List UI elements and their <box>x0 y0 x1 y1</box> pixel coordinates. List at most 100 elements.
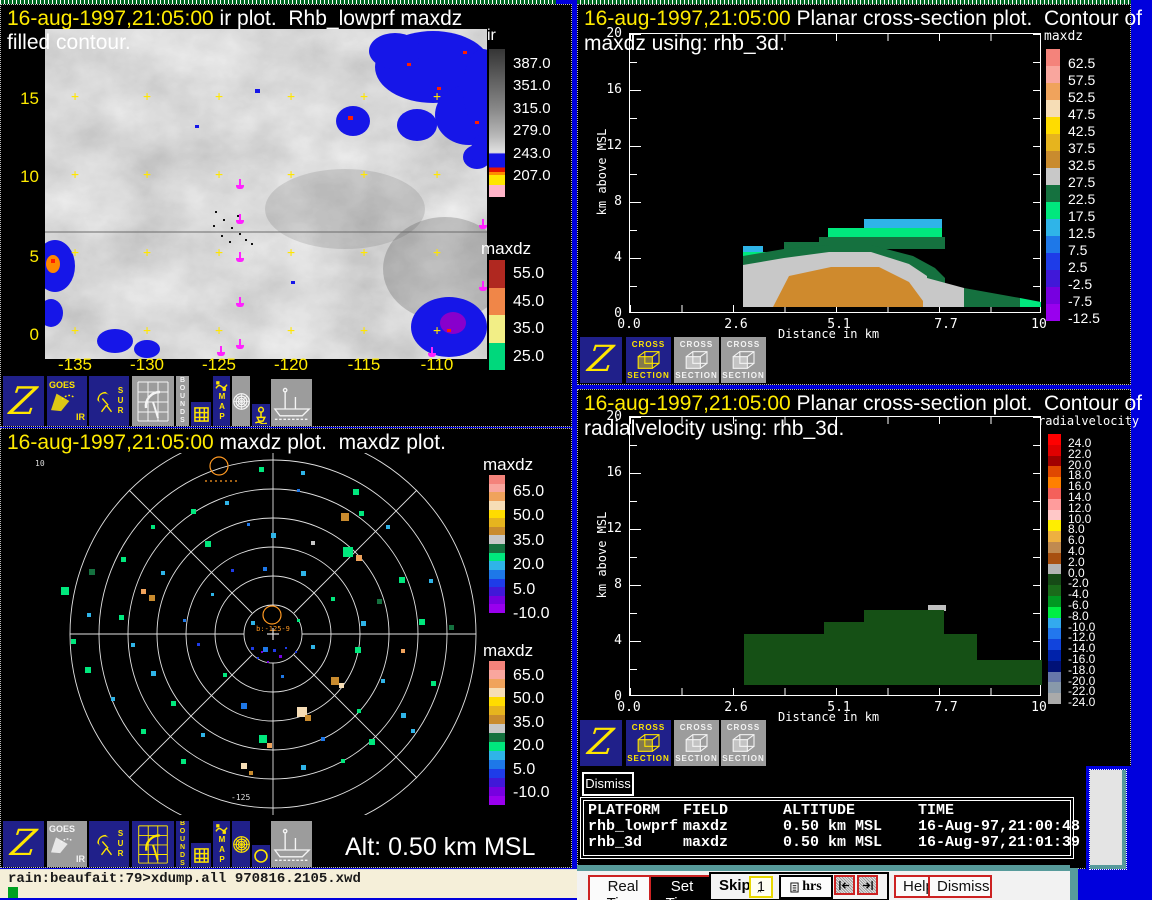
zebra-menu-button[interactable]: Z <box>580 720 622 766</box>
radar-dish-icon <box>94 831 114 857</box>
arrow-right-icon <box>861 880 874 891</box>
zebra-menu-button[interactable]: Z <box>3 376 44 426</box>
zebra-menu-button[interactable]: Z <box>3 821 44 867</box>
set-time-button[interactable]: Set Time <box>649 875 715 900</box>
window-title-line2: radialvelocity using: rhb_3d. <box>584 417 844 441</box>
grid-cross: + <box>71 168 79 183</box>
platform-marker-icon <box>479 219 487 229</box>
skip-group: Skip 1 ^ hrs <box>709 872 889 900</box>
map-button[interactable]: MAP <box>213 376 230 426</box>
bounds-button[interactable]: BOUNDS <box>176 821 189 867</box>
zebra-menu-button[interactable]: Z <box>580 337 622 383</box>
platform-marker-icon <box>236 297 244 307</box>
grid-icon <box>194 848 209 863</box>
y-tick: 4 <box>592 250 622 265</box>
polar-web-button[interactable] <box>232 376 250 426</box>
ship-button[interactable] <box>271 379 312 426</box>
satellite-icon <box>49 390 75 412</box>
cross-section-button-2[interactable]: CROSS SECTION <box>674 720 719 766</box>
radar-grid-icon <box>136 380 170 422</box>
cross-section-button-1[interactable]: CROSS SECTION <box>626 337 671 383</box>
cross-section-button-3[interactable]: CROSS SECTION <box>721 337 766 383</box>
goes-ir-button[interactable]: GOES IR <box>47 821 87 867</box>
window-title: 16-aug-1997,21:05:00 Planar cross-sectio… <box>584 7 1142 31</box>
timestamp: 16-aug-1997,21:05:00 <box>7 7 214 30</box>
radar-grid-button[interactable] <box>132 376 174 426</box>
surveillance-radar-button[interactable]: SUR <box>89 376 129 426</box>
cube-icon <box>731 350 757 370</box>
buoy-button[interactable] <box>252 404 270 426</box>
altitude-readout: Alt: 0.50 km MSL <box>345 833 535 862</box>
lat-tick: 10 <box>3 167 39 187</box>
xsection-plot[interactable] <box>629 33 1041 313</box>
colorbar-title: maxdz <box>483 641 533 661</box>
circle-button[interactable] <box>252 845 270 867</box>
grid-icon <box>194 407 209 422</box>
terminal-window[interactable]: rain:beaufait:79>xdump.all 970816.2105.x… <box>0 869 577 898</box>
cube-icon <box>636 350 662 370</box>
grid-cross: + <box>360 90 368 105</box>
grid-button[interactable] <box>191 402 211 426</box>
lat-tick: 0 <box>3 325 39 345</box>
step-forward-button[interactable] <box>857 875 878 895</box>
zebra-logo-icon: Z <box>586 725 616 761</box>
x-tick: 10 <box>1031 700 1047 715</box>
satellite-image[interactable]: ++++++++++++++++++++++++ <box>45 29 487 359</box>
grid-button[interactable] <box>191 843 211 867</box>
platform-marker-icon <box>236 179 244 189</box>
window-title-line2: maxdz using: rhb_3d. <box>584 32 785 56</box>
grid-cross: + <box>143 246 151 261</box>
goes-ir-button[interactable]: GOES IR <box>47 376 87 426</box>
ship-icon <box>273 826 311 862</box>
lon-tick: -115 <box>348 355 381 375</box>
dismiss-button[interactable]: Dismiss <box>582 772 634 796</box>
radar-dish-icon <box>94 387 114 415</box>
step-back-button[interactable] <box>834 875 855 895</box>
grid-cross: + <box>287 324 295 339</box>
platform-table-grid: PLATFORMFIELDALTITUDETIMErhb_lowprfmaxdz… <box>588 803 1066 851</box>
hrs-button[interactable]: hrs <box>779 875 833 899</box>
lat-tick: 15 <box>3 89 39 109</box>
cross-section-button-1[interactable]: CROSS SECTION <box>626 720 671 766</box>
grid-cross: + <box>360 168 368 183</box>
xsection-plot[interactable] <box>629 416 1041 696</box>
colorbar-title: radialvelocity <box>1038 414 1139 428</box>
lon-tick: -110 <box>421 355 454 375</box>
desktop: 16-aug-1997,21:05:00 ir plot. Rhb_lowprf… <box>0 0 1152 900</box>
range-rings <box>1 453 481 815</box>
y-axis-label: km above MSL <box>595 112 609 232</box>
colorbar-title: maxdz <box>1044 29 1083 44</box>
surveillance-radar-button[interactable]: SUR <box>89 821 129 867</box>
grid-cross: + <box>215 168 223 183</box>
background-window-scrollbar[interactable] <box>1090 770 1126 869</box>
window-edge <box>1070 868 1078 900</box>
time-control-bar: Real Time Set Time Skip 1 ^ hrs Help Dis… <box>577 865 1070 900</box>
cube-icon <box>684 733 710 753</box>
terminal-command: rain:beaufait:79>xdump.all 970816.2105.x… <box>8 871 361 887</box>
grid-cross: + <box>143 90 151 105</box>
radar-grid-button[interactable] <box>132 821 174 867</box>
lon-tick: -125 <box>202 355 236 375</box>
window-title-line2: filled contour. <box>7 31 131 55</box>
units-icon <box>790 882 799 893</box>
cross-section-button-3[interactable]: CROSS SECTION <box>721 720 766 766</box>
polar-web-button[interactable] <box>232 821 250 867</box>
grid-cross: + <box>215 90 223 105</box>
terminal-cursor <box>8 887 18 898</box>
cross-section-button-2[interactable]: CROSS SECTION <box>674 337 719 383</box>
map-icon <box>215 381 228 392</box>
window-xsection-radialvelocity: 16-aug-1997,21:05:00 Planar cross-sectio… <box>577 389 1131 869</box>
platform-table: PLATFORMFIELDALTITUDETIMErhb_lowprfmaxdz… <box>580 797 1074 859</box>
ship-position-label: b:-125-9 <box>245 625 301 633</box>
real-time-button[interactable]: Real Time <box>588 875 658 900</box>
ppi-display[interactable] <box>1 453 481 815</box>
grid-cross: + <box>287 168 295 183</box>
grid-cross: + <box>287 246 295 261</box>
dismiss-button[interactable]: Dismiss <box>928 875 992 898</box>
cube-icon <box>684 350 710 370</box>
x-tick: 2.6 <box>724 317 747 332</box>
platform-marker-icon <box>479 281 487 291</box>
bounds-button[interactable]: BOUNDS <box>176 376 189 426</box>
map-button[interactable]: MAP <box>213 821 230 867</box>
ship-button[interactable] <box>271 821 312 867</box>
